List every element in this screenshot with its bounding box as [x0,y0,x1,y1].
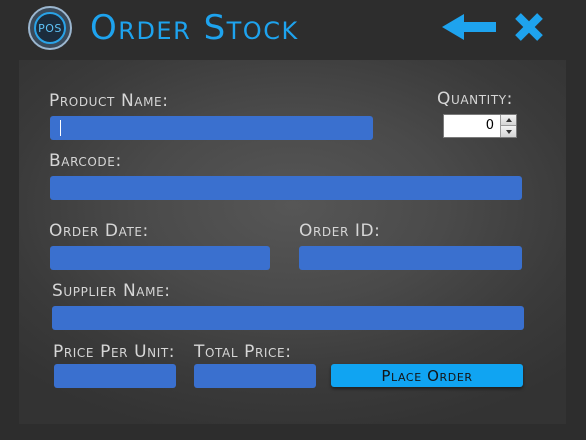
price-per-unit-input[interactable] [54,364,176,388]
pos-logo-text: POS [38,21,62,35]
pos-logo-ring: POS [34,12,66,44]
total-price-input[interactable] [194,364,316,388]
order-id-input[interactable] [299,246,522,270]
supplier-name-label: Supplier Name: [52,281,171,301]
total-price-label: Total Price: [194,342,292,362]
text-caret [60,120,61,136]
order-id-label: Order ID: [299,221,381,241]
product-name-input[interactable] [50,116,373,140]
arrow-left-icon[interactable] [440,12,498,42]
title-bar: POS Order Stock [0,0,586,56]
chevron-up-icon [505,118,512,122]
quantity-increment-button[interactable] [500,115,516,126]
page-title: Order Stock [90,8,299,48]
quantity-decrement-button[interactable] [500,126,516,137]
place-order-button[interactable]: Place Order [331,364,523,387]
quantity-label: Quantity: [437,89,514,109]
order-date-input[interactable] [50,246,270,270]
quantity-stepper[interactable]: 0 [443,114,517,138]
barcode-input[interactable] [50,176,522,200]
pos-logo: POS [28,6,72,50]
price-per-unit-label: Price Per Unit: [53,342,176,362]
supplier-name-input[interactable] [52,306,524,330]
product-name-label: Product Name: [49,91,169,111]
barcode-label: Barcode: [49,151,122,171]
quantity-value: 0 [485,118,494,133]
close-icon[interactable] [513,11,545,43]
order-date-label: Order Date: [49,221,149,241]
chevron-down-icon [505,129,512,134]
